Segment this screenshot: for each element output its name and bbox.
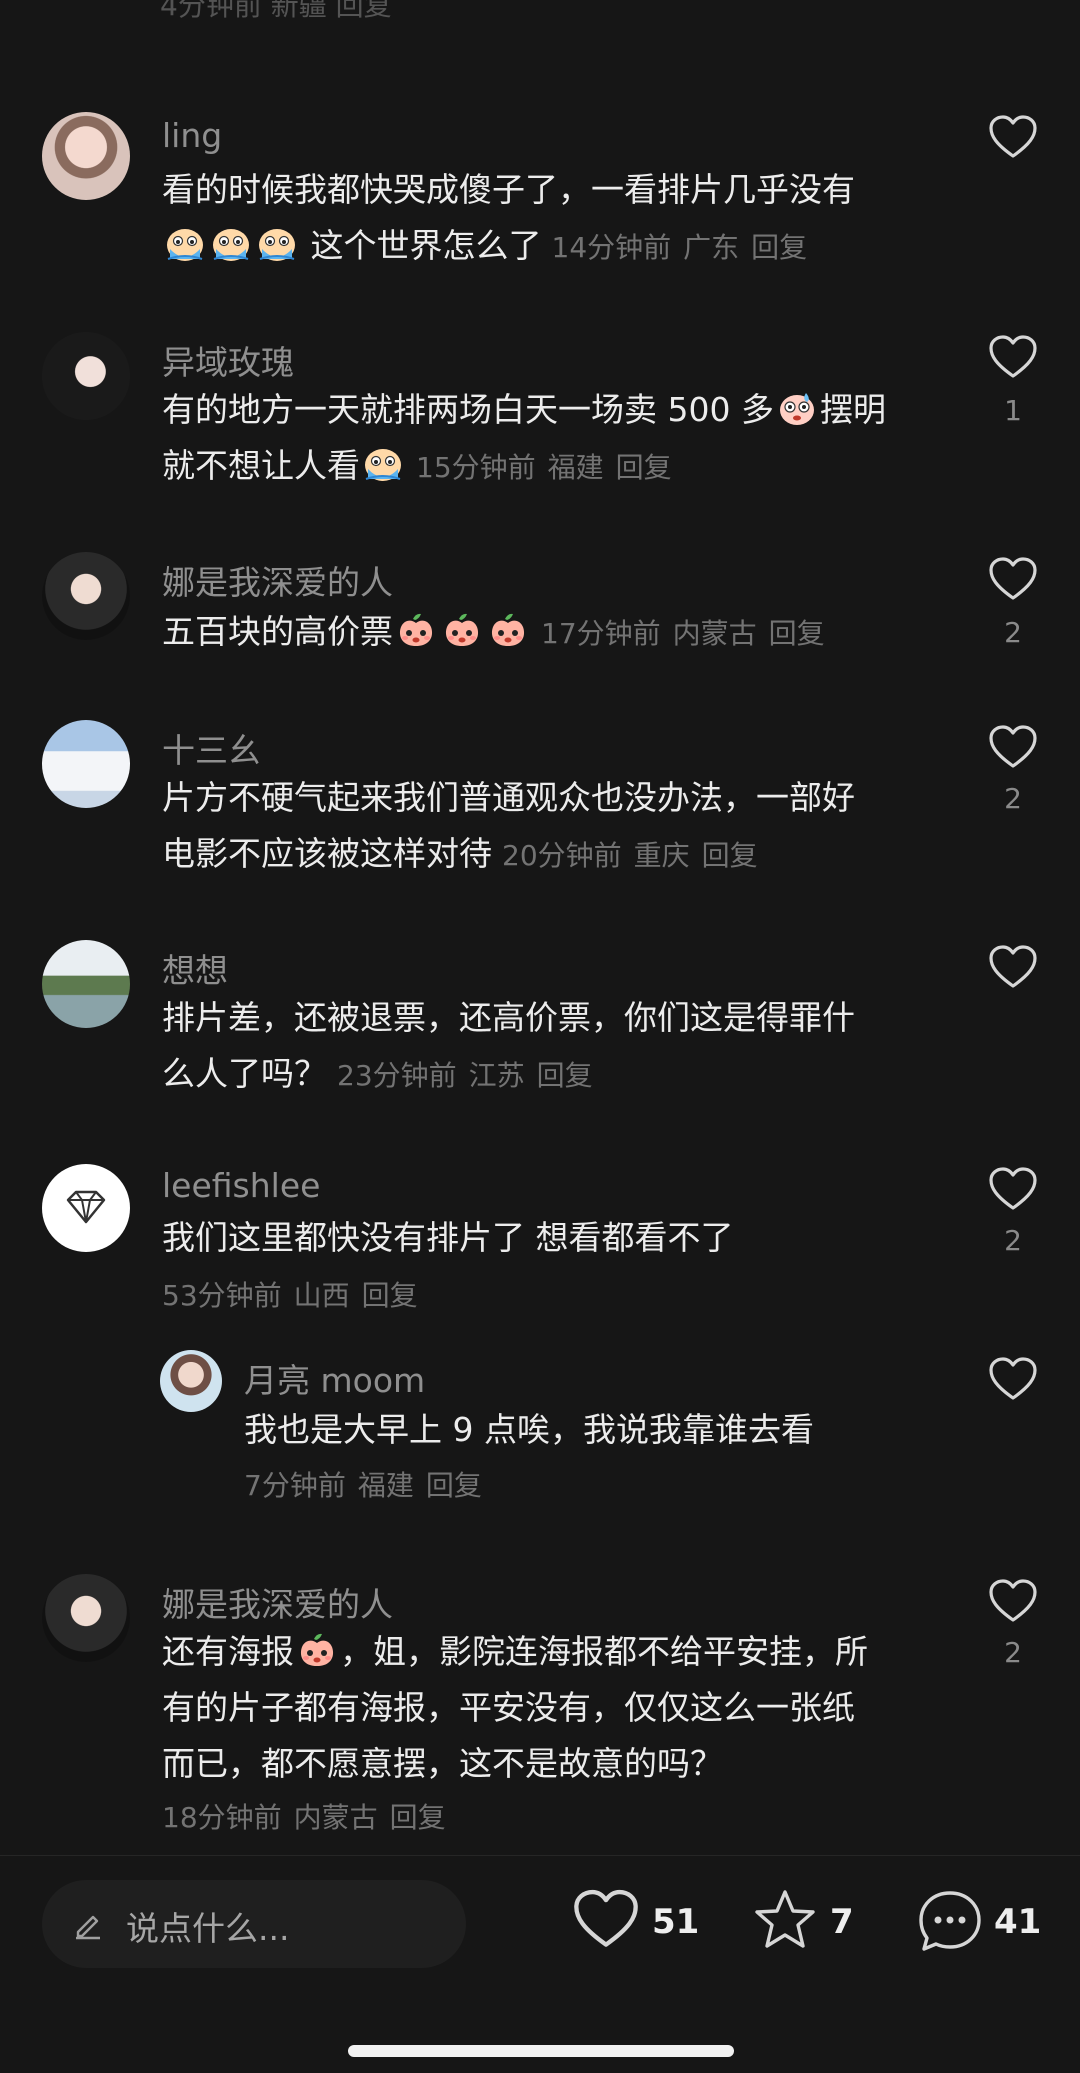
crying-emoji-icon: [164, 225, 206, 263]
avatar[interactable]: [42, 332, 130, 420]
heart-outline-icon[interactable]: [988, 114, 1038, 160]
divider: [0, 1855, 1080, 1856]
heart-outline-icon[interactable]: [988, 1578, 1038, 1624]
comment-input[interactable]: 说点什么...: [42, 1880, 466, 1968]
diamond-icon: [66, 1190, 106, 1224]
pencil-icon: [76, 1915, 100, 1940]
like-button[interactable]: 51: [572, 1888, 699, 1958]
reply-button[interactable]: 回复: [426, 1469, 482, 1502]
comment-count: 41: [994, 1902, 1042, 1942]
comment-username[interactable]: ling: [162, 116, 222, 155]
comment-username[interactable]: 娜是我深爱的人: [162, 556, 393, 604]
comment-meta: 15分钟前 福建 回复: [416, 451, 672, 484]
heart-outline-icon[interactable]: [988, 1166, 1038, 1212]
speech-bubble-icon: [919, 1891, 981, 1951]
home-indicator[interactable]: [348, 2045, 734, 2057]
comment-meta: 23分钟前 江苏 回复: [337, 1059, 593, 1092]
heart-outline-icon: [572, 1888, 640, 1950]
crying-emoji-icon: [210, 225, 252, 263]
reply-button[interactable]: 回复: [769, 617, 825, 650]
reply-button[interactable]: 回复: [390, 1801, 446, 1834]
comment-text: 我们这里都快没有排片了 想看都看不了: [162, 1218, 734, 1257]
peach-face-emoji-icon: [441, 611, 483, 649]
comment-username[interactable]: 娜是我深爱的人: [162, 1578, 393, 1626]
avatar[interactable]: [42, 1164, 130, 1252]
avatar[interactable]: [42, 112, 130, 200]
comment-text: 我也是大早上 9 点唉，我说我靠谁去看: [244, 1410, 814, 1449]
comment-meta: 18分钟前 内蒙古 回复: [162, 1801, 446, 1834]
heart-outline-icon[interactable]: [988, 556, 1038, 602]
avatar[interactable]: [42, 552, 130, 640]
avatar[interactable]: [42, 720, 130, 808]
cut-off-comment-meta: 4分钟前 新疆 回复: [160, 0, 392, 22]
comment-meta: 17分钟前 内蒙古 回复: [541, 617, 825, 650]
comment-text: 排片差，还被退票，还高价票，你们这是得罪什 么人了吗？ 23分钟前 江苏 回复: [162, 998, 855, 1093]
comment-text: 五百块的高价票 17分钟前 内蒙古 回复: [162, 611, 825, 651]
like-count: 1: [1004, 394, 1022, 427]
comment-username[interactable]: 想想: [162, 944, 228, 992]
comment-meta: 53分钟前 山西 回复: [162, 1279, 418, 1312]
heart-outline-icon[interactable]: [988, 724, 1038, 770]
comment-username[interactable]: 月亮 moom: [244, 1354, 425, 1402]
reply-button[interactable]: 回复: [537, 1059, 593, 1092]
peach-face-emoji-icon: [296, 1631, 338, 1669]
comment-text: 看的时候我都快哭成傻子了，一看排片几乎没有 这个世界怎么了 14分钟前 广东 回复: [162, 170, 855, 265]
favorite-count: 7: [830, 1902, 854, 1942]
comment-username[interactable]: 十三幺: [162, 724, 261, 772]
avatar[interactable]: [42, 1574, 130, 1662]
like-count: 2: [1004, 1224, 1022, 1257]
star-outline-icon: [755, 1890, 815, 1948]
like-count: 2: [1004, 782, 1022, 815]
heart-outline-icon[interactable]: [988, 944, 1038, 990]
avatar[interactable]: [160, 1350, 222, 1412]
reply-button[interactable]: 回复: [702, 839, 758, 872]
comment-meta: 7分钟前 福建 回复: [244, 1469, 482, 1502]
comment-meta: 20分钟前 重庆 回复: [502, 839, 758, 872]
crying-emoji-icon: [256, 225, 298, 263]
peach-face-emoji-icon: [487, 611, 529, 649]
reply-button[interactable]: 回复: [751, 231, 807, 264]
peach-face-emoji-icon: [395, 611, 437, 649]
avatar[interactable]: [42, 940, 130, 1028]
reply-button[interactable]: 回复: [362, 1279, 418, 1312]
crying-emoji-icon: [362, 445, 404, 483]
like-count: 2: [1004, 616, 1022, 649]
like-count: 51: [652, 1902, 700, 1942]
comment-input-placeholder: 说点什么...: [126, 1909, 290, 1948]
comment-username[interactable]: 异域玫瑰: [162, 336, 294, 384]
favorite-button[interactable]: 7: [752, 1888, 862, 1958]
comment-text: 还有海报 ，姐，影院连海报都不给平安挂，所 有的片子都有海报，平安没有，仅仅这么一…: [162, 1631, 868, 1783]
comment-text: 片方不硬气起来我们普通观众也没办法，一部好 电影不应该被这样对待 20分钟前 重庆回…: [162, 778, 855, 873]
reply-button[interactable]: 回复: [616, 451, 672, 484]
comment-button[interactable]: 41: [916, 1888, 1046, 1958]
like-count: 2: [1004, 1636, 1022, 1669]
sweat-emoji-icon: [776, 389, 818, 427]
comment-text: 有的地方一天就排两场白天一场卖 500 多摆明 就不想让人看 15分钟前 福建 回复: [162, 389, 886, 485]
comment-username[interactable]: leefishlee: [162, 1166, 320, 1205]
comment-meta: 14分钟前 广东 回复: [551, 231, 808, 264]
heart-outline-icon[interactable]: [988, 334, 1038, 380]
heart-outline-icon[interactable]: [988, 1356, 1038, 1402]
